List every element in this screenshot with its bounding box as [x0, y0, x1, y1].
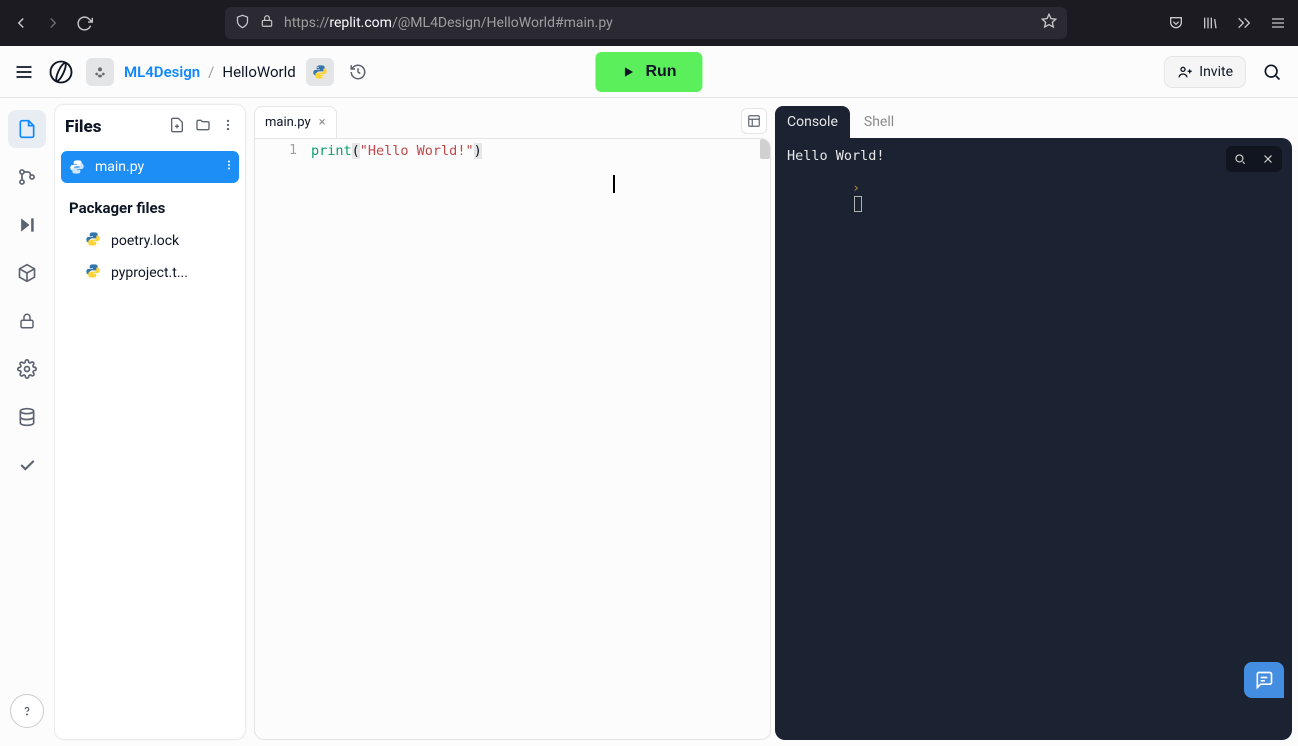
files-header: Files	[55, 105, 245, 149]
reload-button[interactable]	[76, 15, 93, 32]
console-actions	[1226, 146, 1282, 172]
pkg-name: poetry.lock	[111, 233, 179, 249]
editor-tab-main[interactable]: main.py ×	[254, 106, 337, 138]
pkg-item-poetry-lock[interactable]: poetry.lock	[55, 225, 245, 257]
editor-tabs: main.py ×	[254, 104, 771, 138]
breadcrumb-separator: /	[208, 63, 214, 81]
bookmark-icon[interactable]	[1041, 13, 1057, 33]
sidebar-item-packages[interactable]	[8, 254, 46, 292]
file-item-menu-icon[interactable]	[223, 159, 235, 175]
sidebar-item-tests[interactable]	[8, 446, 46, 484]
url-text: https://replit.com/@ML4Design/HelloWorld…	[284, 15, 1031, 31]
code-area[interactable]: print("Hello World!")	[311, 139, 770, 739]
gutter: 1	[255, 139, 311, 739]
breadcrumb-project[interactable]: HelloWorld	[222, 63, 295, 81]
sidebar-item-files[interactable]	[8, 110, 46, 148]
sidebar-item-secrets[interactable]	[8, 302, 46, 340]
replit-logo[interactable]	[46, 57, 76, 87]
browser-nav-buttons	[12, 14, 93, 32]
profile-badge[interactable]	[86, 58, 114, 86]
overflow-icon[interactable]	[1236, 15, 1252, 31]
pkg-name: pyproject.t...	[111, 265, 188, 281]
sidebar-item-debugger[interactable]	[8, 206, 46, 244]
scrollbar[interactable]	[760, 139, 770, 159]
tab-console[interactable]: Console	[775, 106, 850, 138]
file-item-main[interactable]: main.py	[61, 151, 239, 183]
invite-label: Invite	[1199, 64, 1233, 80]
shield-icon	[235, 14, 250, 33]
sidebar-item-version-control[interactable]	[8, 158, 46, 196]
browser-chrome: https://replit.com/@ML4Design/HelloWorld…	[0, 0, 1298, 46]
editor-tab-label: main.py	[265, 115, 311, 130]
pocket-icon[interactable]	[1168, 15, 1184, 31]
vertical-sidebar	[0, 98, 54, 746]
language-badge[interactable]	[306, 58, 334, 86]
menu-icon[interactable]	[1270, 15, 1286, 31]
app-header: ML4Design / HelloWorld Run Invite	[0, 46, 1298, 98]
run-button-label: Run	[645, 63, 676, 81]
tab-shell[interactable]: Shell	[852, 106, 906, 138]
new-folder-icon[interactable]	[195, 117, 211, 137]
layout-button[interactable]	[741, 108, 767, 134]
console-clear-icon[interactable]	[1254, 146, 1282, 172]
code-string: "Hello World!"	[360, 143, 474, 159]
header-search-button[interactable]	[1258, 58, 1286, 86]
files-menu-icon[interactable]	[221, 118, 235, 136]
hamburger-menu[interactable]	[12, 60, 36, 84]
console-prompt: ›	[852, 180, 860, 196]
console-cursor	[854, 196, 862, 212]
run-button[interactable]: Run	[595, 52, 702, 92]
breadcrumb-owner[interactable]: ML4Design	[124, 63, 200, 81]
editor-body[interactable]: 1 print("Hello World!")	[254, 138, 771, 740]
code-paren-open: (	[352, 143, 360, 159]
help-button[interactable]	[10, 694, 44, 728]
history-button[interactable]	[344, 58, 372, 86]
invite-button[interactable]: Invite	[1164, 56, 1246, 88]
library-icon[interactable]	[1202, 15, 1218, 31]
sidebar-item-database[interactable]	[8, 398, 46, 436]
back-button[interactable]	[12, 14, 30, 32]
console-tabs: Console Shell	[775, 104, 1292, 138]
file-name: main.py	[95, 159, 144, 175]
main-area: Files main.py Packager files	[0, 98, 1298, 746]
console-output: Hello World!	[787, 148, 1280, 164]
line-number: 1	[255, 143, 297, 158]
chat-fab[interactable]	[1244, 662, 1284, 698]
packager-header: Packager files	[55, 185, 245, 225]
console-prompt-line: ›	[787, 164, 1280, 228]
files-title: Files	[65, 117, 161, 137]
console-panel: Console Shell Hello World! ›	[775, 104, 1292, 740]
forward-button[interactable]	[44, 14, 62, 32]
breadcrumb: ML4Design / HelloWorld	[124, 63, 296, 81]
code-fn: print	[311, 143, 352, 159]
url-bar[interactable]: https://replit.com/@ML4Design/HelloWorld…	[225, 7, 1067, 39]
code-paren-close: )	[474, 143, 482, 159]
editor-panel: main.py × 1 print("Hello World!")	[254, 104, 771, 740]
tab-console-label: Console	[787, 114, 838, 130]
pkg-item-pyproject[interactable]: pyproject.t...	[55, 257, 245, 289]
files-panel: Files main.py Packager files	[54, 104, 246, 740]
close-tab-icon[interactable]: ×	[319, 115, 326, 130]
sidebar-item-settings[interactable]	[8, 350, 46, 388]
console-search-icon[interactable]	[1226, 146, 1254, 172]
python-icon	[85, 231, 101, 251]
console-body[interactable]: Hello World! ›	[775, 138, 1292, 740]
tab-shell-label: Shell	[864, 114, 894, 130]
lock-icon	[260, 14, 274, 32]
python-icon	[85, 263, 101, 283]
browser-right-icons	[1168, 15, 1286, 31]
text-cursor	[613, 175, 615, 193]
new-file-icon[interactable]	[169, 117, 185, 137]
